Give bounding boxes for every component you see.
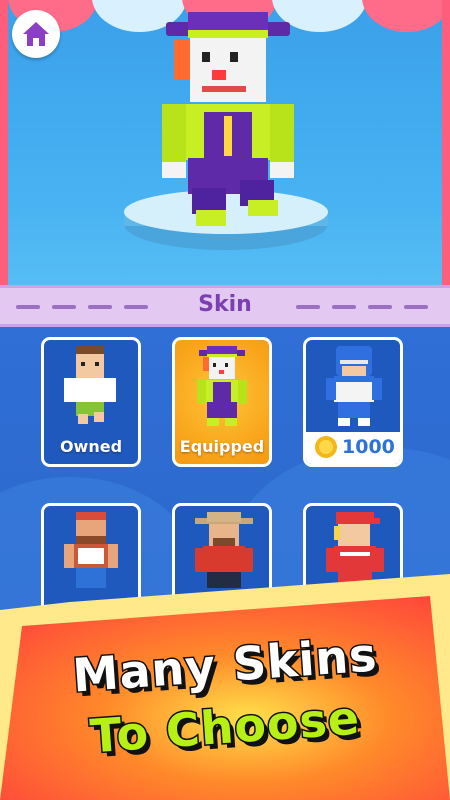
curtain-scallop	[362, 0, 450, 32]
section-title: Skin	[198, 292, 252, 317]
skin-figure	[64, 346, 116, 424]
stage-frame	[0, 0, 8, 285]
skin-price: 1000	[342, 436, 395, 458]
skin-status-label: Owned	[59, 437, 123, 456]
skin-figure	[326, 346, 382, 426]
skin-card-equipped[interactable]: Equipped	[172, 337, 272, 467]
skin-card-for-sale[interactable]: 1000	[303, 337, 403, 467]
home-button[interactable]	[12, 10, 60, 58]
preview-character	[162, 12, 294, 226]
skin-card-owned[interactable]: Owned	[41, 337, 141, 467]
skin-status-label: Equipped	[179, 437, 265, 456]
character-preview-stage	[0, 0, 450, 285]
skin-section-header: Skin	[0, 285, 450, 327]
stage-frame	[442, 0, 450, 285]
skin-shop-screen: Skin Owned Equipped 1000 Many Skins To C…	[0, 0, 450, 800]
coin-icon	[315, 436, 337, 458]
skin-figure	[197, 346, 247, 426]
home-icon	[23, 22, 49, 46]
